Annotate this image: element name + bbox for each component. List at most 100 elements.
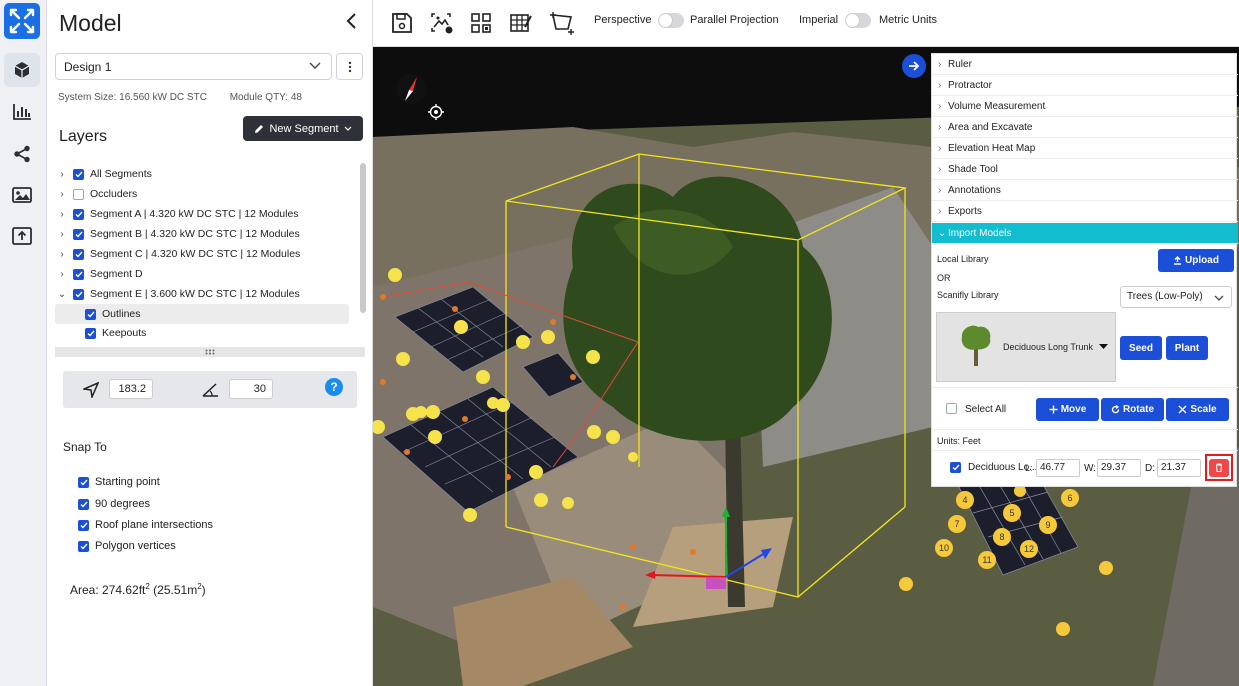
expand-caret-icon[interactable]: › [55, 269, 69, 280]
expand-caret-icon[interactable]: › [55, 229, 69, 240]
model-cube-icon[interactable] [4, 53, 40, 87]
pitch-input[interactable]: 30 [229, 379, 273, 399]
layer-row-occluders[interactable]: › Occluders [55, 184, 137, 204]
snap-checkbox[interactable] [78, 476, 89, 488]
expand-caret-icon[interactable]: › [55, 169, 69, 180]
snap-checkbox[interactable] [78, 540, 89, 552]
select-all-checkbox[interactable] [946, 403, 957, 414]
plant-button[interactable]: Plant [1166, 336, 1208, 360]
design-select[interactable]: Design 1 [55, 53, 332, 80]
divider [932, 387, 1238, 388]
layer-row-segment-d[interactable]: › Segment D [55, 264, 142, 284]
layer-checkbox[interactable] [73, 208, 84, 220]
image-settings-icon[interactable] [428, 9, 456, 37]
width-input[interactable]: 29.37 [1097, 459, 1141, 477]
tool-import-models[interactable]: ⌄ Import Models [932, 223, 1238, 244]
snap-checkbox[interactable] [78, 519, 89, 531]
layer-row-all-segments[interactable]: › All Segments [55, 164, 152, 184]
table-edit-icon[interactable] [507, 9, 535, 37]
move-label: Move [1060, 404, 1087, 415]
save-icon[interactable] [388, 9, 416, 37]
tool-exports[interactable]: › Exports [932, 201, 1238, 222]
layer-checkbox[interactable] [73, 288, 84, 300]
depth-input[interactable]: 21.37 [1157, 459, 1201, 477]
upload-button[interactable]: Upload [1158, 249, 1234, 272]
layer-label: Keepouts [102, 327, 147, 339]
tool-ruler[interactable]: › Ruler [932, 54, 1238, 75]
layer-checkbox[interactable] [73, 248, 84, 260]
layers-scrollbar[interactable] [360, 163, 366, 313]
layer-checkbox[interactable] [73, 188, 84, 200]
tool-shade[interactable]: › Shade Tool [932, 159, 1238, 180]
move-button[interactable]: Move [1036, 398, 1099, 421]
layer-row-outlines[interactable]: Outlines [55, 304, 349, 324]
layer-checkbox[interactable] [73, 268, 84, 280]
tool-label: Elevation Heat Map [948, 142, 1036, 154]
layers-list: › All Segments › Occluders › Segment A | 4.… [55, 163, 365, 348]
snap-roof-plane-intersections[interactable]: Roof plane intersections [78, 519, 213, 531]
snap-polygon-vertices[interactable]: Polygon vertices [78, 540, 176, 552]
tool-label: Area and Excavate [948, 121, 1033, 133]
layer-checkbox[interactable] [73, 168, 84, 180]
layer-row-segment-e[interactable]: ⌄ Segment E | 3.600 kW DC STC | 12 Module… [55, 284, 300, 304]
scale-button[interactable]: Scale [1166, 398, 1229, 421]
expand-caret-icon[interactable]: › [55, 189, 69, 200]
share-icon[interactable] [4, 137, 40, 171]
length-input[interactable]: 46.77 [1036, 459, 1080, 477]
caret-down-icon [1099, 344, 1108, 349]
top-toolbar: Perspective Parallel Projection Imperial… [373, 0, 1239, 47]
scanifly-logo-icon[interactable] [4, 3, 40, 39]
tool-label: Import Models [948, 227, 1012, 239]
library-select[interactable]: Trees (Low-Poly) [1120, 286, 1232, 308]
units-toggle[interactable] [845, 13, 871, 28]
perspective-transform-icon[interactable] [548, 9, 576, 37]
tool-protractor[interactable]: › Protractor [932, 75, 1238, 96]
design-menu-kebab-icon[interactable] [336, 53, 363, 80]
width-label: W: [1084, 463, 1097, 474]
tool-elevation-heat-map[interactable]: › Elevation Heat Map [932, 138, 1238, 159]
tool-area-excavate[interactable]: › Area and Excavate [932, 117, 1238, 138]
upload-tray-icon[interactable] [4, 219, 40, 253]
layout-grid-icon[interactable] [467, 9, 495, 37]
rotate-button[interactable]: Rotate [1101, 398, 1164, 421]
expand-caret-icon[interactable]: › [55, 209, 69, 220]
expand-caret-icon[interactable]: › [55, 249, 69, 260]
collapse-caret-icon[interactable]: ⌄ [55, 289, 69, 300]
analytics-chart-icon[interactable] [4, 95, 40, 129]
model-picker[interactable]: Deciduous Long Trunk [936, 312, 1116, 382]
image-gallery-icon[interactable] [4, 178, 40, 212]
layer-row-segment-b[interactable]: › Segment B | 4.320 kW DC STC | 12 Module… [55, 224, 299, 244]
snap-label: 90 degrees [95, 498, 151, 510]
model-row-checkbox[interactable] [950, 462, 961, 473]
layer-row-segment-c[interactable]: › Segment C | 4.320 kW DC STC | 12 Module… [55, 244, 300, 264]
layer-checkbox[interactable] [85, 308, 96, 320]
scale-label: Scale [1190, 404, 1217, 415]
new-segment-button[interactable]: New Segment [243, 116, 363, 141]
snap-90-degrees[interactable]: 90 degrees [78, 498, 150, 510]
layer-row-keepouts[interactable]: Keepouts [55, 323, 146, 343]
azimuth-arrow-icon [83, 382, 99, 398]
locate-target-icon[interactable] [428, 104, 444, 120]
panel-number: 12 [1024, 544, 1034, 554]
toggle-tools-arrow-icon[interactable] [902, 54, 926, 78]
resize-handle[interactable] [55, 347, 365, 357]
layer-checkbox[interactable] [73, 228, 84, 240]
delete-model-button[interactable] [1205, 454, 1233, 481]
azimuth-input[interactable]: 183.2 [109, 379, 153, 399]
help-icon[interactable]: ? [325, 378, 343, 396]
collapse-panel-chevron-left-icon[interactable] [343, 10, 361, 32]
layer-checkbox[interactable] [85, 327, 96, 339]
module-qty: Module QTY: 48 [229, 92, 302, 103]
system-size: System Size: 16.560 kW DC STC [58, 92, 207, 103]
seed-button[interactable]: Seed [1120, 336, 1162, 360]
pitch-angle-icon [202, 383, 218, 397]
layer-row-segment-a[interactable]: › Segment A | 4.320 kW DC STC | 12 Module… [55, 204, 298, 224]
snap-starting-point[interactable]: Starting point [78, 476, 160, 488]
snap-checkbox[interactable] [78, 498, 89, 510]
tool-annotations[interactable]: › Annotations [932, 180, 1238, 201]
snap-label: Starting point [95, 476, 160, 488]
layer-label: Segment E | 3.600 kW DC STC | 12 Modules [90, 288, 300, 300]
projection-toggle[interactable] [658, 13, 684, 28]
compass-icon[interactable] [396, 74, 426, 104]
tool-volume-measurement[interactable]: › Volume Measurement [932, 96, 1238, 117]
